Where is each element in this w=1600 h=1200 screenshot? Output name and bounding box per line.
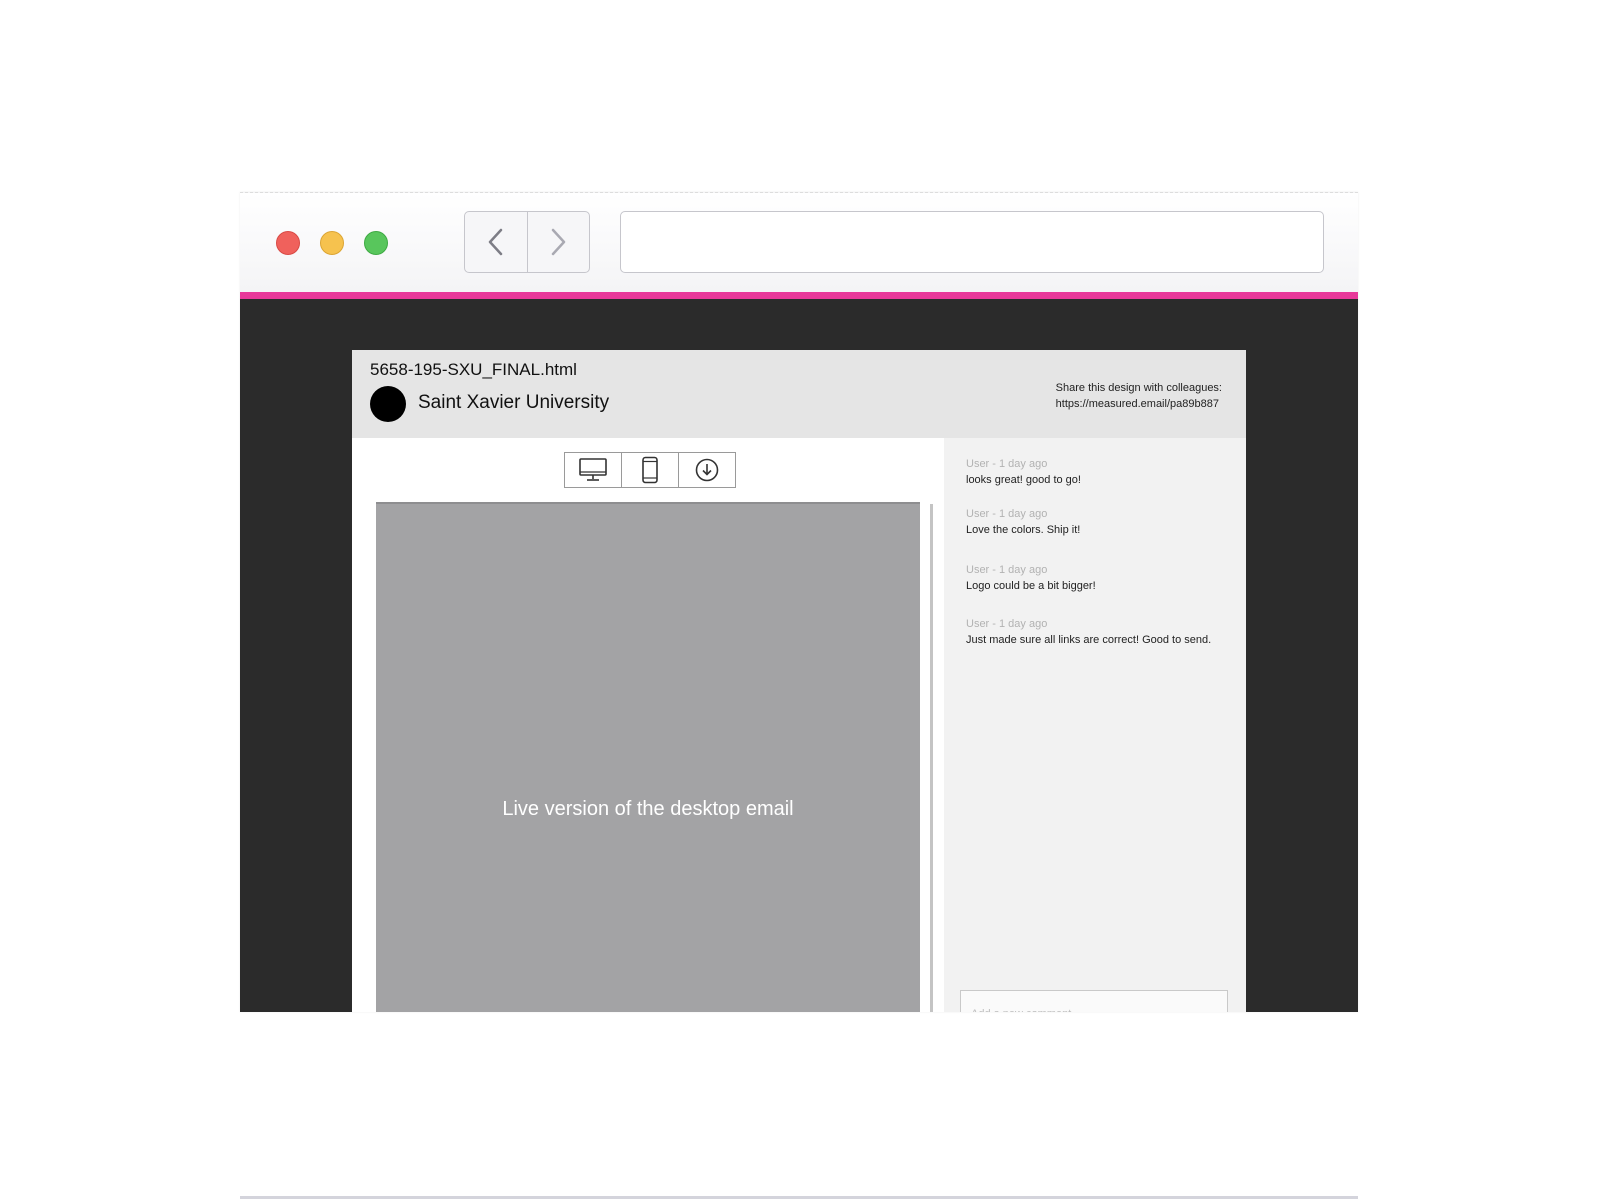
comment-meta: User - 1 day ago bbox=[966, 458, 1048, 470]
comment-item: User - 1 day ago looks great! good to go… bbox=[966, 456, 1236, 488]
preview-scrollbar[interactable] bbox=[930, 504, 933, 1012]
panel-header: 5658-195-SXU_FINAL.html Saint Xavier Uni… bbox=[352, 350, 1246, 438]
comment-text: Just made sure all links are correct! Go… bbox=[966, 634, 1212, 646]
download-button[interactable] bbox=[678, 453, 735, 487]
history-nav bbox=[464, 211, 590, 273]
mobile-view-button[interactable] bbox=[621, 453, 678, 487]
comments-sidebar: User - 1 day ago looks great! good to go… bbox=[944, 438, 1246, 1012]
desktop-view-button[interactable] bbox=[565, 453, 621, 487]
email-review-panel: 5658-195-SXU_FINAL.html Saint Xavier Uni… bbox=[352, 350, 1246, 1012]
address-bar[interactable] bbox=[620, 211, 1324, 273]
new-comment-input[interactable] bbox=[960, 990, 1228, 1012]
preview-label: Live version of the desktop email bbox=[502, 798, 794, 820]
mobile-icon bbox=[642, 456, 658, 484]
file-name: 5658-195-SXU_FINAL.html bbox=[370, 360, 577, 379]
comment-meta: User - 1 day ago bbox=[966, 508, 1048, 520]
accent-divider bbox=[240, 292, 1358, 299]
preview-area: Live version of the desktop email bbox=[352, 438, 944, 1012]
chevron-right-icon bbox=[552, 228, 566, 256]
comment-text: Love the colors. Ship it! bbox=[966, 524, 1081, 536]
comment-meta: User - 1 day ago bbox=[966, 564, 1048, 576]
back-button[interactable] bbox=[465, 212, 527, 272]
comment-item: User - 1 day ago Just made sure all link… bbox=[966, 616, 1236, 648]
brand-name: Saint Xavier University bbox=[418, 392, 610, 413]
browser-titlebar bbox=[240, 192, 1358, 292]
forward-button[interactable] bbox=[526, 212, 590, 272]
maximize-window-button[interactable] bbox=[364, 231, 388, 255]
comment-item: User - 1 day ago Logo could be a bit big… bbox=[966, 562, 1236, 594]
close-window-button[interactable] bbox=[276, 231, 300, 255]
share-block: Share this design with colleagues: https… bbox=[1056, 380, 1222, 412]
minimize-window-button[interactable] bbox=[320, 231, 344, 255]
download-icon bbox=[695, 458, 719, 482]
device-toolbar bbox=[564, 452, 736, 488]
browser-window: 5658-195-SXU_FINAL.html Saint Xavier Uni… bbox=[240, 192, 1358, 1012]
desktop-icon bbox=[579, 458, 607, 481]
comment-text: looks great! good to go! bbox=[966, 474, 1081, 486]
page-divider bbox=[240, 1196, 1358, 1199]
share-url-link[interactable]: https://measured.email/pa89b887 bbox=[1056, 396, 1222, 412]
comment-text: Logo could be a bit bigger! bbox=[966, 580, 1096, 592]
comment-meta: User - 1 day ago bbox=[966, 618, 1048, 630]
comment-item: User - 1 day ago Love the colors. Ship i… bbox=[966, 506, 1236, 538]
chevron-left-icon bbox=[488, 228, 502, 256]
brand-logo bbox=[370, 386, 406, 422]
share-label: Share this design with colleagues: bbox=[1055, 382, 1222, 394]
email-preview-frame: Live version of the desktop email bbox=[376, 502, 920, 1012]
